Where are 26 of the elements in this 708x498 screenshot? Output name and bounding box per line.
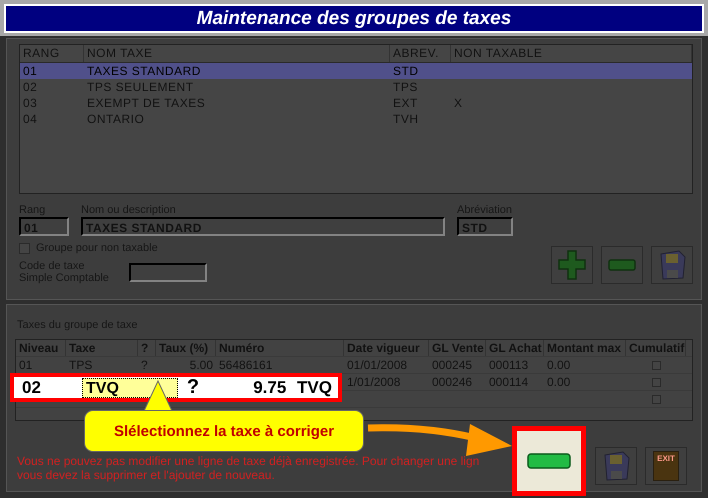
- warning-message: Vous ne pouvez pas modifier une ligne de taxe déjà enregistrée. Pour changer une lign vous devez la supprimer et l'ajouter de nouveau.: [17, 454, 480, 482]
- column-header: ?: [138, 340, 156, 356]
- tax-code-field[interactable]: [128, 262, 207, 282]
- table-cell-text: ?: [140, 357, 149, 373]
- cumulative-checkbox[interactable]: [652, 394, 660, 404]
- cumulative-checkbox[interactable]: [652, 378, 660, 386]
- level-text: 02: [21, 378, 42, 398]
- cumulative-checkbox[interactable]: [652, 360, 660, 370]
- plus-icon: [558, 250, 586, 280]
- tax-field[interactable]: TVQ: [82, 378, 178, 398]
- minus-icon: [608, 259, 636, 271]
- save-button[interactable]: [651, 246, 693, 284]
- add-button[interactable]: [551, 246, 593, 284]
- minus-icon: [527, 453, 571, 469]
- help-text: ?: [186, 376, 200, 399]
- list-row[interactable]: 01 TAXES STANDARD STD: [20, 63, 692, 79]
- rate-text: 9.75 TVQ: [252, 378, 333, 398]
- exit-button[interactable]: EXIT: [645, 447, 687, 485]
- callout-pointer: [142, 380, 174, 412]
- remove-button[interactable]: [512, 426, 586, 496]
- list-cell-text: 01: [22, 63, 38, 79]
- checkbox[interactable]: [19, 242, 30, 254]
- window-title: Maintenance des groupes de taxes: [4, 4, 704, 33]
- save-button[interactable]: [595, 447, 637, 485]
- list-cell-text: TAXES STANDARD: [86, 63, 202, 79]
- list-cell-text: STD: [392, 63, 420, 79]
